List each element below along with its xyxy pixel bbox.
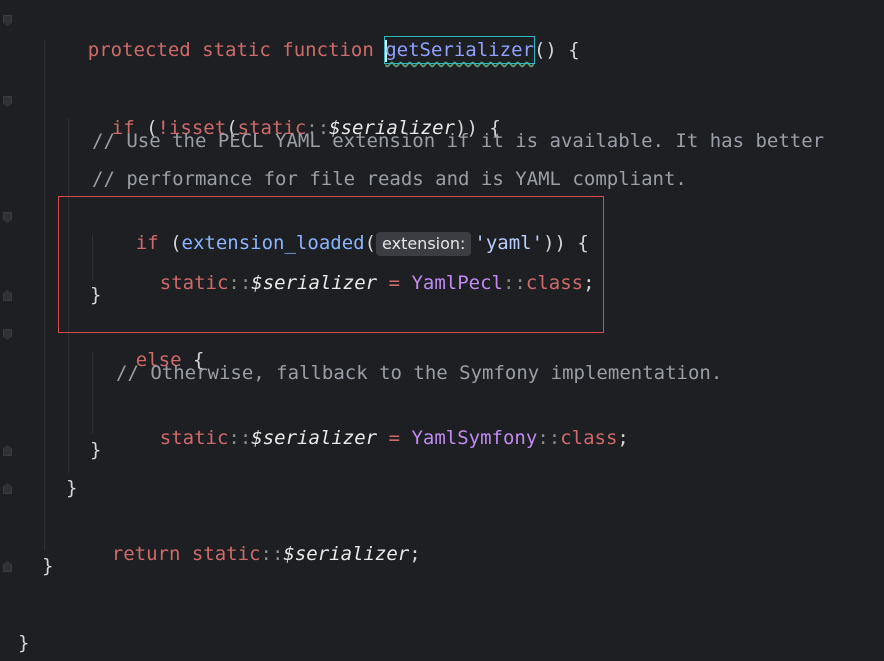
indent-guide	[44, 40, 45, 550]
fold-marker-icon[interactable]	[3, 561, 12, 572]
semicolon: ;	[583, 272, 595, 294]
keyword-static: static	[202, 39, 271, 61]
fold-marker-icon[interactable]	[3, 96, 12, 107]
comment-line: // Otherwise, fallback to the Symfony im…	[116, 362, 723, 384]
code-line-return[interactable]: return static::$serializer;	[66, 515, 421, 565]
closing-brace: }	[42, 555, 54, 577]
code-line-if-extension-loaded[interactable]: if (extension_loaded(extension:'yaml')) …	[90, 204, 589, 256]
keyword-static: static	[159, 427, 229, 449]
double-colon: ::	[228, 427, 252, 449]
variable-serializer: $serializer	[283, 543, 410, 565]
fold-marker-icon[interactable]	[3, 15, 12, 26]
fold-marker-icon[interactable]	[3, 329, 12, 340]
code-editor[interactable]: protected static function getSerializer(…	[0, 0, 884, 661]
keyword-protected: protected	[87, 39, 191, 61]
class-yamlsymfony: YamlSymfony	[411, 427, 538, 449]
editor-gutter	[0, 0, 18, 661]
keyword-return: return	[111, 543, 181, 565]
fold-marker-icon[interactable]	[3, 290, 12, 301]
closing-brace: }	[18, 632, 30, 654]
fold-marker-icon[interactable]	[3, 483, 12, 494]
function-name-getserializer[interactable]: getSerializer	[384, 36, 535, 64]
code-line-if-isset[interactable]: if (!isset(static::$serializer)) {	[66, 89, 501, 139]
assign-operator: =	[377, 427, 412, 449]
keyword-static: static	[191, 543, 261, 565]
keyword-class: class	[525, 272, 584, 294]
fold-marker-icon[interactable]	[3, 445, 12, 456]
keyword-class: class	[560, 427, 618, 449]
code-line-else[interactable]: else {	[90, 321, 205, 371]
closing-brace: }	[90, 284, 102, 306]
double-colon: ::	[260, 543, 284, 565]
double-colon: ::	[228, 272, 252, 294]
closing-brace: }	[90, 439, 102, 461]
double-colon: ::	[537, 427, 561, 449]
code-line-assign-yamlpecl[interactable]: static::$serializer = YamlPecl::class;	[114, 244, 595, 294]
function-signature-tail: () {	[533, 39, 580, 61]
class-yamlpecl: YamlPecl	[411, 272, 503, 294]
fold-marker-icon[interactable]	[3, 212, 12, 223]
double-colon: ::	[502, 272, 526, 294]
semicolon: ;	[617, 427, 629, 449]
keyword-function: function	[282, 39, 374, 61]
keyword-static: static	[159, 272, 229, 294]
semicolon: ;	[409, 543, 421, 565]
indent-guide	[68, 118, 69, 473]
code-line-assign-yamlsymfony[interactable]: static::$serializer = YamlSymfony::class…	[114, 399, 629, 449]
comment-line: // Use the PECL YAML extension if it is …	[92, 130, 825, 152]
code-line-function-declaration[interactable]: protected static function getSerializer(…	[42, 11, 580, 64]
variable-serializer: $serializer	[251, 427, 378, 449]
closing-brace: }	[66, 477, 78, 499]
assign-operator: =	[377, 272, 412, 294]
variable-serializer: $serializer	[251, 272, 378, 294]
comment-line: // performance for file reads and is YAM…	[92, 168, 687, 190]
